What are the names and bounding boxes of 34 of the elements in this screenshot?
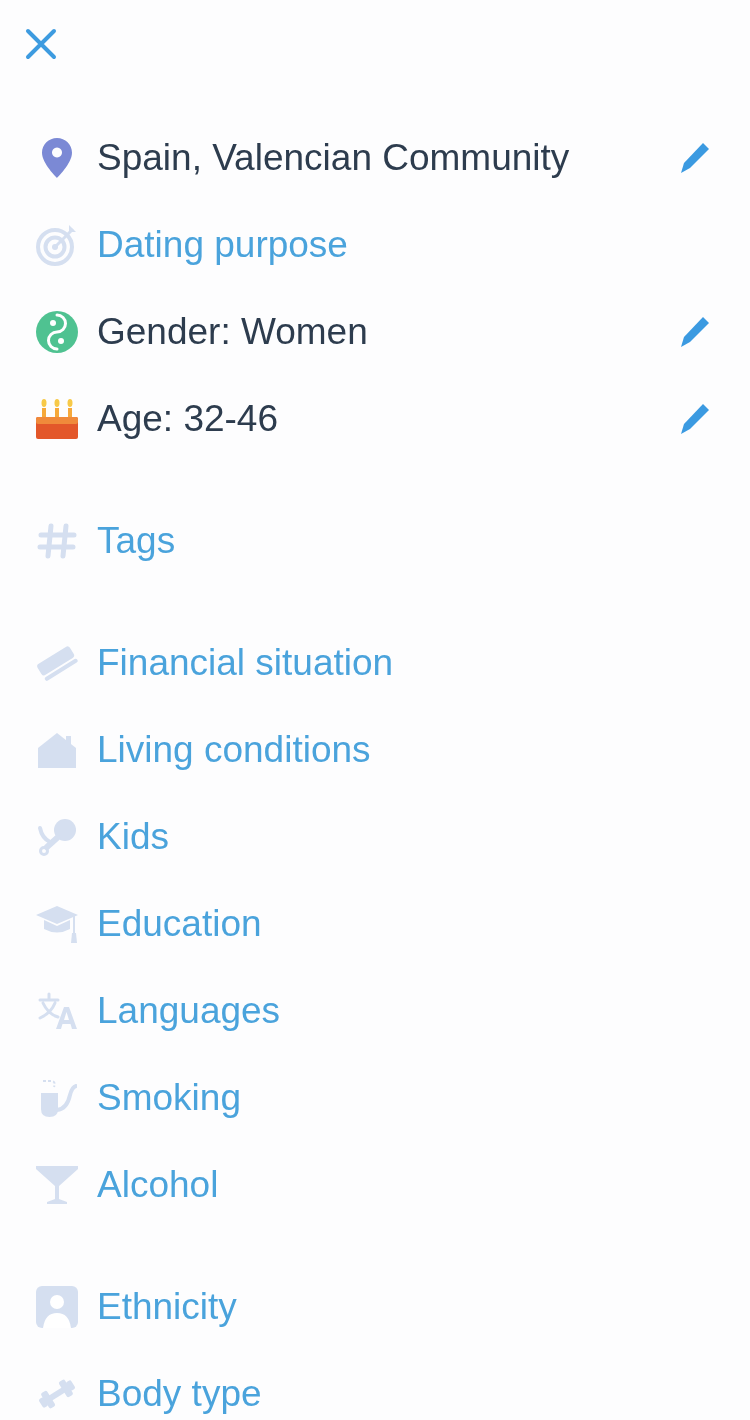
edit-button[interactable] <box>680 315 710 348</box>
field-prompt[interactable]: Tags <box>97 518 176 563</box>
target-icon <box>36 223 78 266</box>
field-prompt[interactable]: Smoking <box>97 1075 241 1120</box>
field-value[interactable]: Age: 32-46 <box>97 396 279 441</box>
field-prompt[interactable]: Ethnicity <box>97 1284 237 1329</box>
yin-yang-icon <box>36 310 78 353</box>
cocktail-glass-icon <box>36 1165 78 1204</box>
edit-button[interactable] <box>680 141 710 174</box>
field-prompt[interactable]: Alcohol <box>97 1162 219 1207</box>
field-prompt[interactable]: Financial situation <box>97 640 394 685</box>
house-icon <box>37 731 77 768</box>
field-prompt[interactable]: Dating purpose <box>97 222 348 267</box>
pencil-icon <box>680 141 710 174</box>
close-icon <box>25 28 57 60</box>
translate-icon <box>37 991 77 1030</box>
edit-button[interactable] <box>680 402 710 435</box>
card-icon <box>36 643 78 682</box>
field-prompt[interactable]: Kids <box>97 814 169 859</box>
cake-icon <box>36 398 78 439</box>
pencil-icon <box>680 402 710 435</box>
rattle-icon <box>37 817 77 856</box>
graduation-cap-icon <box>36 904 78 943</box>
field-prompt[interactable]: Languages <box>97 988 281 1033</box>
field-value[interactable]: Gender: Women <box>97 309 368 354</box>
map-pin-icon <box>42 137 72 178</box>
pencil-icon <box>680 315 710 348</box>
close-button[interactable] <box>25 28 57 60</box>
field-prompt[interactable]: Education <box>97 901 262 946</box>
person-icon <box>36 1285 78 1328</box>
hash-icon <box>37 522 77 559</box>
field-prompt[interactable]: Living conditions <box>97 727 371 772</box>
field-value[interactable]: Spain, Valencian Community <box>97 135 570 180</box>
field-prompt[interactable]: Body type <box>97 1371 262 1416</box>
